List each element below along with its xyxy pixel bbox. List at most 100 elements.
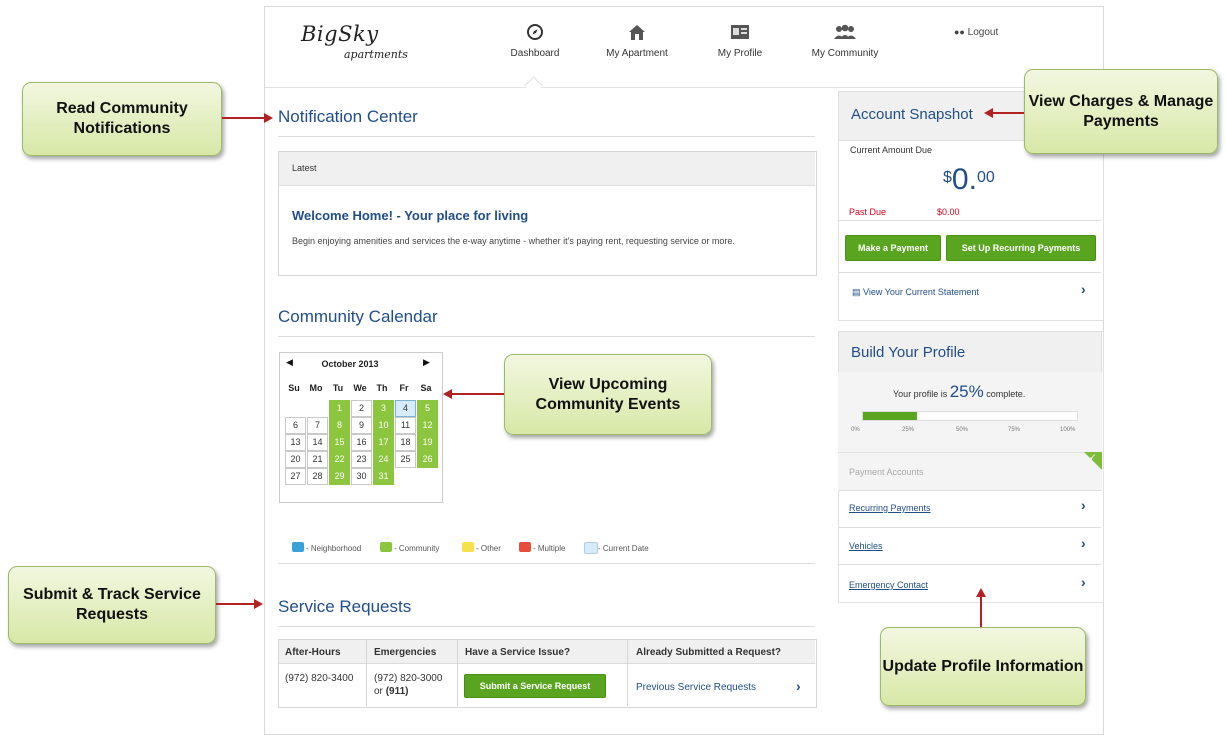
group-icon	[834, 24, 856, 39]
nav-my-community[interactable]: My Community	[785, 22, 905, 59]
brand-logo-sub: apartments	[344, 48, 408, 61]
calendar-day-cell[interactable]: 28	[307, 468, 328, 485]
divider	[839, 272, 1101, 273]
calendar-day-cell[interactable]: 22	[329, 451, 350, 468]
calendar-day-cell[interactable]: 3	[373, 400, 394, 417]
header-emergencies: Emergencies	[374, 647, 437, 658]
progress-tick-label: 100%	[1060, 427, 1076, 433]
calendar-day-cell[interactable]: 16	[351, 434, 372, 451]
calendar-day-cell[interactable]: 2	[351, 400, 372, 417]
calendar-day-cell[interactable]: 20	[285, 451, 306, 468]
logout-link[interactable]: ●● Logout	[954, 27, 998, 38]
legend-current-date: - Current Date	[598, 544, 649, 553]
recurring-payments-link[interactable]: Recurring Payments	[849, 503, 931, 513]
notification-headline[interactable]: Welcome Home! - Your place for living	[292, 208, 528, 223]
build-profile-title: Build Your Profile	[851, 344, 966, 361]
chevron-right-icon[interactable]: ›	[1081, 281, 1086, 297]
calendar-day-cell[interactable]: 9	[351, 417, 372, 434]
calendar-day-cell[interactable]: 19	[417, 434, 438, 451]
calendar-day-cell[interactable]: 30	[351, 468, 372, 485]
emergency-phone: (972) 820-3000	[374, 673, 443, 684]
callout-view-charges: View Charges & Manage Payments	[1024, 69, 1218, 154]
emergency-or-911: or (911)	[374, 686, 408, 697]
divider	[278, 336, 815, 337]
calendar-day-cell[interactable]: 4	[395, 400, 416, 417]
service-requests-title: Service Requests	[278, 597, 412, 616]
calendar-day-cell[interactable]: 27	[285, 468, 306, 485]
view-statement-link[interactable]: ▤ View Your Current Statement	[852, 287, 979, 298]
emergency-contact-link[interactable]: Emergency Contact	[849, 580, 928, 590]
column-divider	[627, 640, 628, 706]
progress-tick-label: 25%	[902, 427, 915, 433]
calendar-day-cell[interactable]: 12	[417, 417, 438, 434]
progress-value: 25%	[949, 382, 984, 401]
calendar-day-cell[interactable]: 13	[285, 434, 306, 451]
submit-service-request-button[interactable]: Submit a Service Request	[464, 674, 606, 698]
calendar-day-cell[interactable]: 11	[395, 417, 416, 434]
chevron-right-icon[interactable]: ›	[796, 678, 801, 694]
column-divider	[457, 640, 458, 706]
calendar-day-cell[interactable]: 31	[373, 468, 394, 485]
column-divider	[366, 640, 367, 706]
callout-arrow	[222, 117, 270, 119]
legend-other: - Other	[476, 544, 501, 553]
divider	[278, 563, 815, 564]
current-amount-label: Current Amount Due	[850, 145, 933, 155]
chevron-right-icon[interactable]: ›	[1081, 574, 1086, 590]
progress-prefix: Your profile is	[893, 389, 948, 399]
callout-arrow	[980, 596, 982, 627]
arrowhead-icon	[264, 113, 273, 123]
nav-my-apartment[interactable]: My Apartment	[577, 22, 697, 59]
header-service-issue: Have a Service Issue?	[465, 647, 571, 658]
notification-center-title: Notification Center	[278, 107, 418, 126]
calendar-day-cell[interactable]: 5	[417, 400, 438, 417]
currency-symbol: $	[943, 169, 952, 186]
legend-multiple: - Multiple	[533, 544, 566, 553]
calendar-month: October 2013	[321, 359, 379, 369]
recurring-payments-button[interactable]: Set Up Recurring Payments	[946, 235, 1096, 261]
header-already-submitted: Already Submitted a Request?	[636, 647, 782, 658]
arrowhead-icon	[976, 588, 986, 597]
nav-label: My Apartment	[606, 48, 668, 59]
community-calendar-title: Community Calendar	[278, 307, 438, 326]
divider	[278, 136, 815, 137]
after-hours-phone: (972) 820-3400	[285, 673, 354, 684]
notification-box-header	[279, 152, 815, 186]
logout-label: Logout	[967, 27, 999, 38]
calendar-day-cell[interactable]: 24	[373, 451, 394, 468]
prev-month-icon[interactable]: ◀	[286, 357, 293, 368]
calendar-day-cell[interactable]: 10	[373, 417, 394, 434]
calendar-day-cell[interactable]: 26	[417, 451, 438, 468]
calendar-day-cell[interactable]: 29	[329, 468, 350, 485]
calendar-day-cell[interactable]: 15	[329, 434, 350, 451]
id-card-icon	[731, 25, 749, 39]
calendar-day-cell[interactable]: 1	[329, 400, 350, 417]
calendar-day-cell[interactable]: 8	[329, 417, 350, 434]
nav-label: My Community	[811, 48, 879, 59]
calendar-day-cell[interactable]: 17	[373, 434, 394, 451]
calendar-day-cell[interactable]: 7	[307, 417, 328, 434]
calendar-day-header: We	[353, 383, 367, 393]
calendar-day-cell[interactable]: 23	[351, 451, 372, 468]
brand-logo[interactable]: BigSky	[301, 22, 379, 46]
nav-label: My Profile	[717, 48, 763, 59]
past-due-label: Past Due	[849, 207, 887, 217]
callout-view-events: View Upcoming Community Events	[504, 354, 712, 435]
calendar-day-cell[interactable]: 21	[307, 451, 328, 468]
calendar-day-header: Th	[376, 383, 388, 393]
nav-label: Dashboard	[510, 48, 560, 59]
calendar-day-cell[interactable]: 14	[307, 434, 328, 451]
vehicles-link[interactable]: Vehicles	[849, 541, 883, 551]
calendar-day-cell[interactable]: 18	[395, 434, 416, 451]
calendar-day-cell[interactable]: 6	[285, 417, 306, 434]
next-month-icon[interactable]: ▶	[423, 357, 430, 368]
calendar-day-cell[interactable]: 25	[395, 451, 416, 468]
nav-my-profile[interactable]: My Profile	[680, 22, 800, 59]
previous-service-requests-link[interactable]: Previous Service Requests	[636, 682, 756, 693]
profile-progress-fill	[863, 412, 917, 420]
chevron-right-icon[interactable]: ›	[1081, 497, 1086, 513]
calendar-day-header: Su	[288, 383, 300, 393]
chevron-right-icon[interactable]: ›	[1081, 535, 1086, 551]
make-payment-button[interactable]: Make a Payment	[845, 235, 941, 261]
arrowhead-icon	[254, 599, 263, 609]
